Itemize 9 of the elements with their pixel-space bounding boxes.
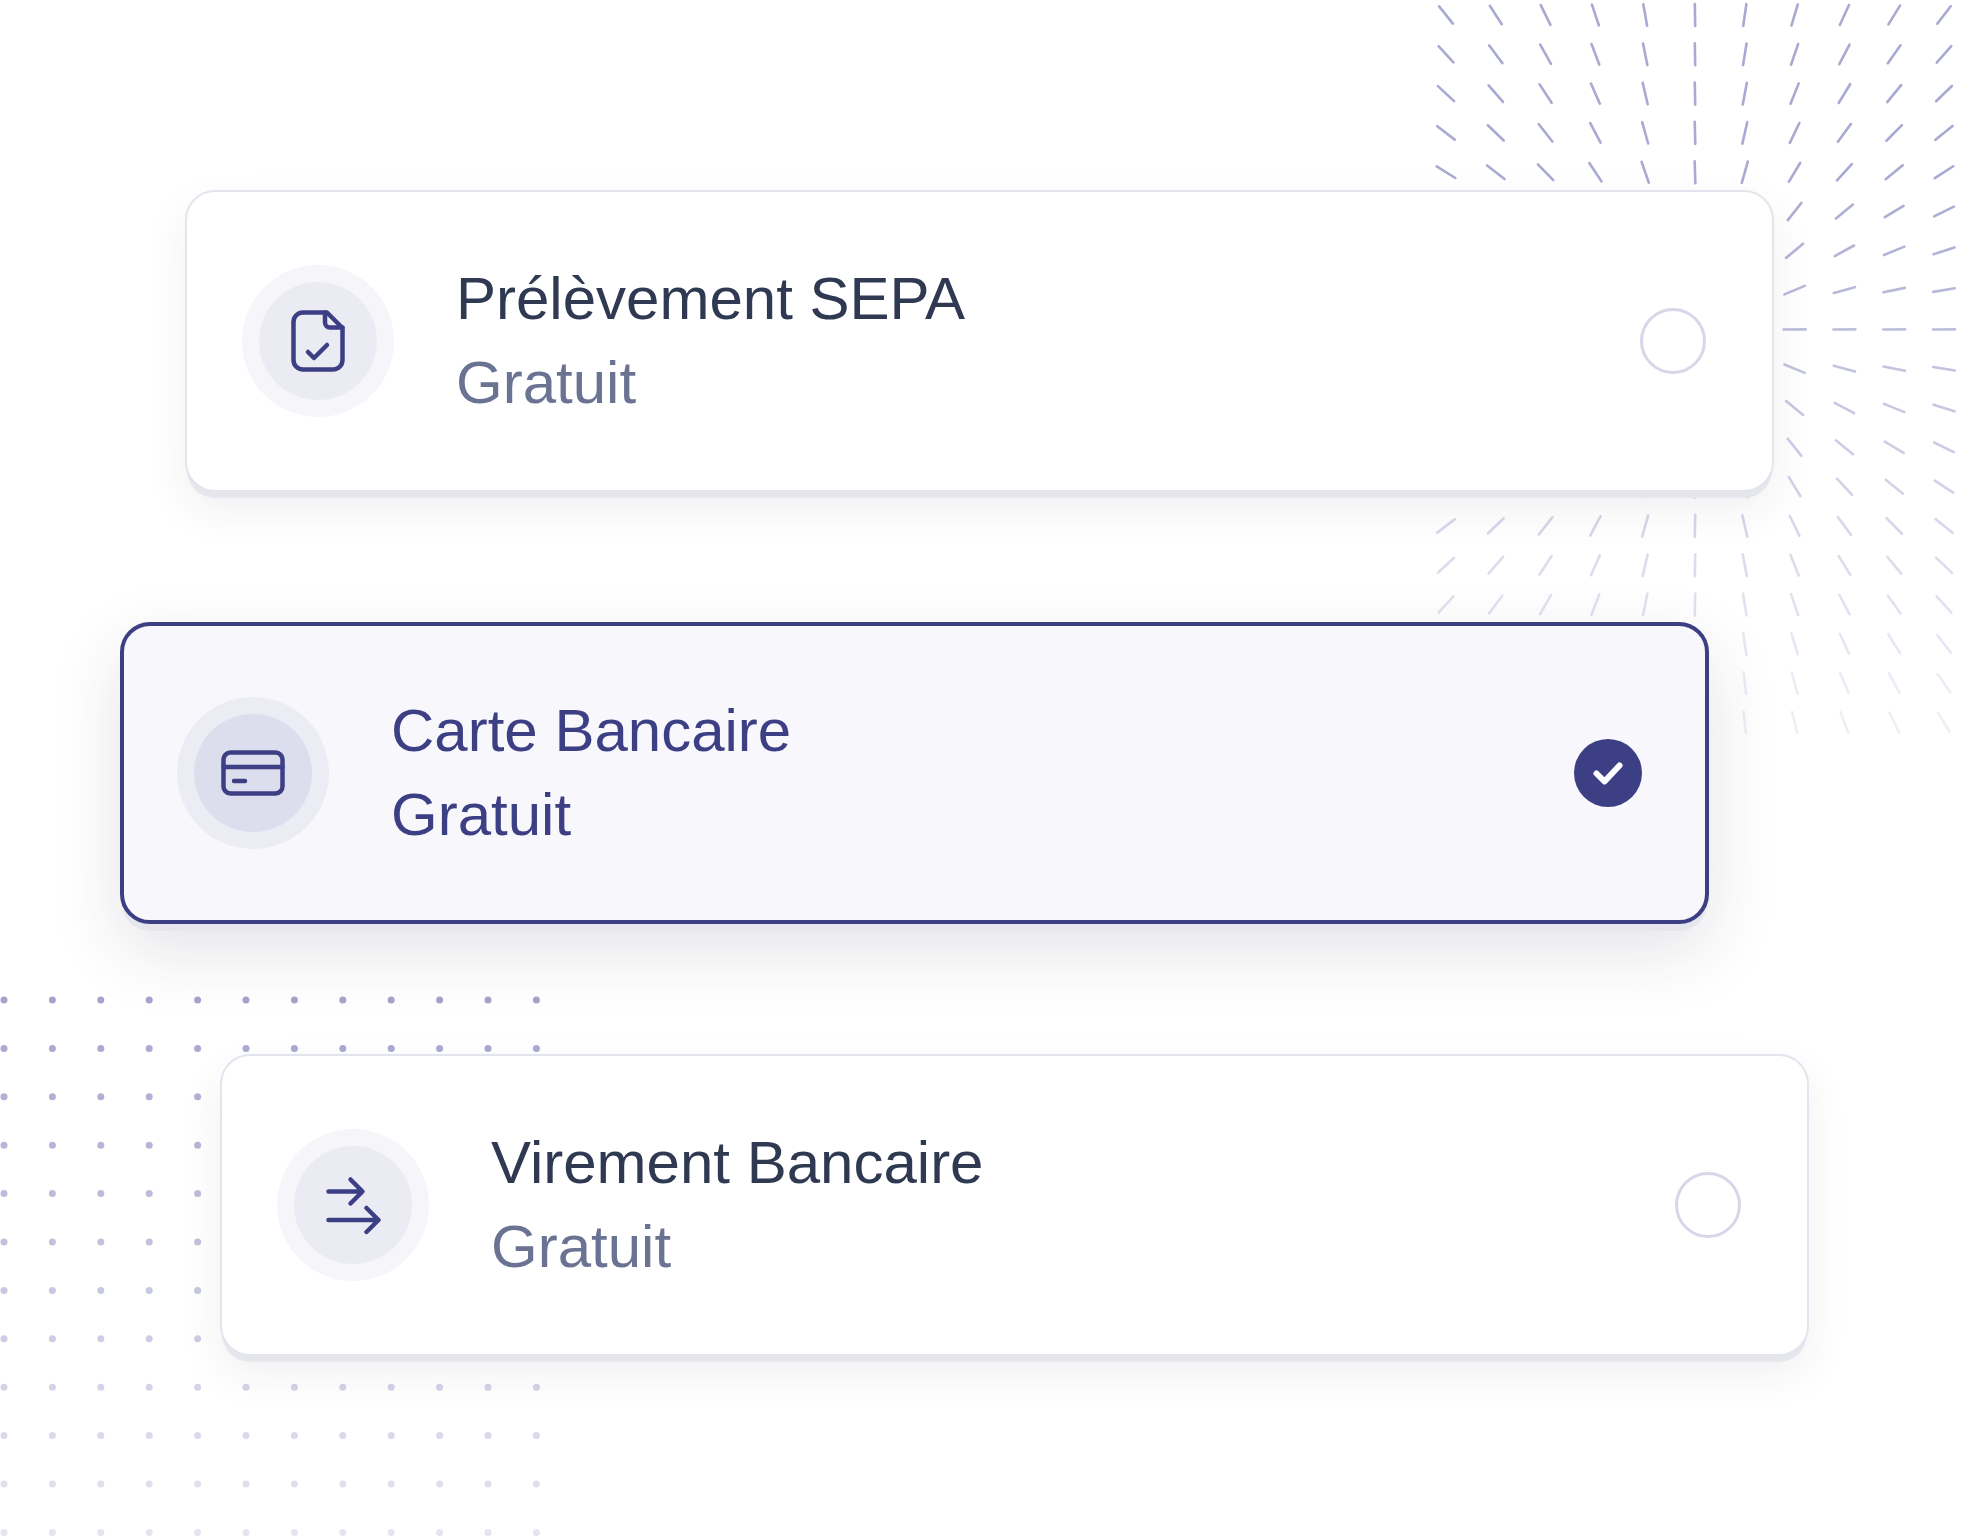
price-label: Gratuit [456, 348, 637, 418]
payment-method-name: Virement Bancaire [491, 1128, 984, 1198]
payment-method-name: Carte Bancaire [391, 696, 792, 766]
radio-button[interactable] [1675, 1172, 1741, 1238]
payment-method-name: Prélèvement SEPA [456, 264, 966, 334]
radio-button[interactable] [1640, 308, 1706, 374]
price-label: Gratuit [391, 780, 572, 850]
price-label: Gratuit [491, 1212, 672, 1282]
checkmark-icon [1593, 761, 1623, 785]
